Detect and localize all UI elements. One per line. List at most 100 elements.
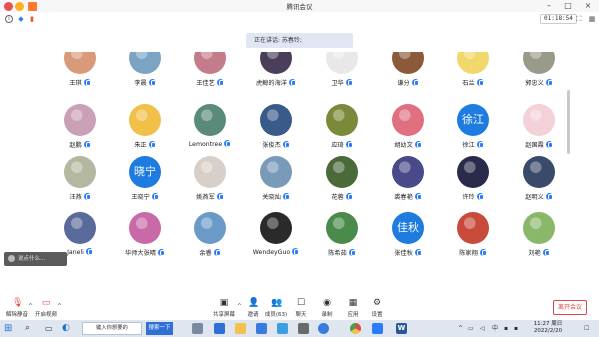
participant-tile[interactable]: 裘春艳 [376, 156, 440, 210]
tencent-meeting-icon[interactable] [372, 323, 383, 334]
mic-status-icon [345, 193, 353, 200]
avatar [326, 104, 358, 136]
participant-tile[interactable]: Lemontree [178, 104, 242, 158]
ie-icon[interactable] [214, 323, 225, 334]
maximize-icon[interactable]: □ [560, 0, 576, 12]
participant-tile[interactable]: 刘艳 [507, 212, 556, 258]
app-tray-icon-a[interactable]: ▪ [504, 324, 508, 333]
file-explorer-icon[interactable] [235, 323, 246, 334]
chrome-icon[interactable] [350, 323, 361, 334]
video-options-caret[interactable]: ^ [57, 303, 62, 310]
avatar [64, 156, 96, 188]
participant-tile[interactable]: 徐江 徐江 [441, 104, 505, 158]
mic-status-icon [476, 193, 484, 200]
participant-name: 李晨 [134, 80, 147, 87]
app-icon-blue[interactable] [256, 323, 267, 334]
taskbar-search-input[interactable]: 键入你想要的 [82, 322, 142, 335]
participant-tile[interactable]: 应琦 [310, 104, 374, 158]
bar-chart-icon[interactable]: ▮ [28, 15, 36, 23]
participant-tile[interactable]: 姚燕军 [178, 156, 242, 210]
task-view-app-icon[interactable] [192, 323, 203, 334]
task-view-icon[interactable]: ▭ [45, 323, 56, 334]
notification-icon[interactable]: ☐ [584, 324, 589, 333]
minimize-icon[interactable]: – [541, 0, 557, 12]
word-icon[interactable]: W [396, 323, 407, 334]
participant-tile[interactable]: 李晨 [113, 52, 177, 96]
taskbar-search-icon[interactable]: ⌕ [25, 323, 36, 334]
avatar [129, 212, 161, 244]
shield-icon[interactable]: ◆ [17, 15, 25, 23]
participant-name-row: 陈希茹 [310, 248, 374, 257]
tray-chevron-icon[interactable]: ^ [458, 324, 463, 333]
avatar: 佳秋 [392, 212, 424, 244]
participant-tile[interactable]: 郭忠义 [507, 52, 556, 96]
app-tray-icon-b[interactable]: ▪ [514, 324, 518, 333]
browser-icon[interactable] [318, 323, 329, 334]
settings-button[interactable]: ⚙ 设置 [361, 295, 393, 320]
participant-tile[interactable]: 许玲 [441, 156, 505, 210]
participant-name-row: 王琪 [48, 78, 112, 87]
windows-start-icon[interactable]: ⊞ [4, 323, 15, 334]
mic-status-icon [292, 248, 300, 255]
participant-tile[interactable]: 关晓灿 [244, 156, 308, 210]
mic-status-icon [411, 79, 419, 86]
mic-status-icon [545, 193, 553, 200]
participant-name: Janeli [67, 249, 84, 256]
app-icon-cyan[interactable] [277, 323, 288, 334]
language-indicator[interactable]: 中 [492, 324, 498, 333]
avatar [392, 156, 424, 188]
app-icon-gray[interactable] [298, 323, 309, 334]
participant-tile[interactable]: WendeyGuo [244, 212, 308, 258]
participant-tile[interactable]: 陈家翔 [441, 212, 505, 258]
settings-label: 设置 [371, 312, 383, 318]
participant-tile[interactable]: 虎鲸的海洋 [244, 52, 308, 96]
meeting-window: 腾讯会议 – □ × i ◆ ▮ 01:18:54 ⛶ ▦ 正在讲话: 苏春玲;… [0, 0, 599, 337]
leave-meeting-button[interactable]: 离开会议 [553, 300, 587, 315]
participant-name-row: 徐江 [441, 140, 505, 149]
volume-icon[interactable]: ◁ [480, 324, 485, 333]
close-icon[interactable]: × [580, 0, 596, 12]
mic-status-icon [148, 141, 156, 148]
participant-tile[interactable]: 王佳艺 [178, 52, 242, 96]
network-tray-icon[interactable]: ▭ [468, 324, 474, 333]
participant-name: 余睿 [199, 250, 212, 257]
participant-tile[interactable]: 胡幼文 [376, 104, 440, 158]
taskbar-search-button[interactable]: 搜索一下 [146, 322, 173, 335]
participant-tile[interactable]: 卫华 [310, 52, 374, 96]
edge-icon[interactable]: ◐ [62, 323, 73, 334]
participant-tile[interactable]: 佳秋 张佳秋 [376, 212, 440, 258]
avatar [194, 52, 226, 74]
participant-tile[interactable]: 石兰 [441, 52, 505, 96]
participant-tile[interactable]: 陈希茹 [310, 212, 374, 258]
participant-tile[interactable]: 王琪 [48, 52, 112, 96]
participant-tile[interactable]: 晓宁 王晓宁 [113, 156, 177, 210]
invite-icon: 👤 [248, 298, 260, 308]
grid-scrollbar[interactable] [567, 90, 570, 154]
participant-name-row: 刘艳 [507, 248, 556, 257]
fullscreen-icon[interactable]: ⛶ [575, 15, 583, 23]
avatar [457, 52, 489, 74]
participant-tile[interactable]: 赵明义 [507, 156, 556, 210]
participant-tile[interactable]: 余睿 [178, 212, 242, 258]
participant-tile[interactable]: 赵鹏 [48, 104, 112, 158]
mic-off-icon: 🎙 [12, 298, 24, 308]
participant-name: 汪燕 [69, 194, 82, 201]
avatar [260, 156, 292, 188]
participant-tile[interactable]: 朱正 [113, 104, 177, 158]
info-icon[interactable]: i [5, 15, 13, 23]
layout-icon[interactable]: ▦ [588, 15, 596, 23]
participant-tile[interactable]: 花蓉 [310, 156, 374, 210]
share-screen-icon: ▣ [219, 298, 229, 308]
participant-tile[interactable]: 汪燕 [48, 156, 112, 210]
participant-name: 谦分 [397, 80, 410, 87]
participant-tile[interactable]: 赵国霞 [507, 104, 556, 158]
participant-tile[interactable]: 华师大张晴 [113, 212, 177, 258]
participant-name: 华师大张晴 [125, 250, 156, 257]
mic-status-icon [479, 249, 487, 256]
participant-tile[interactable]: 张俊杰 [244, 104, 308, 158]
participant-name-row: 李晨 [113, 78, 177, 87]
taskbar-clock[interactable]: 11:27 周日 2022/2/20 [528, 321, 568, 335]
chat-input[interactable]: 说点什么... [4, 252, 67, 266]
participant-tile[interactable]: 谦分 [376, 52, 440, 96]
avatar [64, 52, 96, 74]
